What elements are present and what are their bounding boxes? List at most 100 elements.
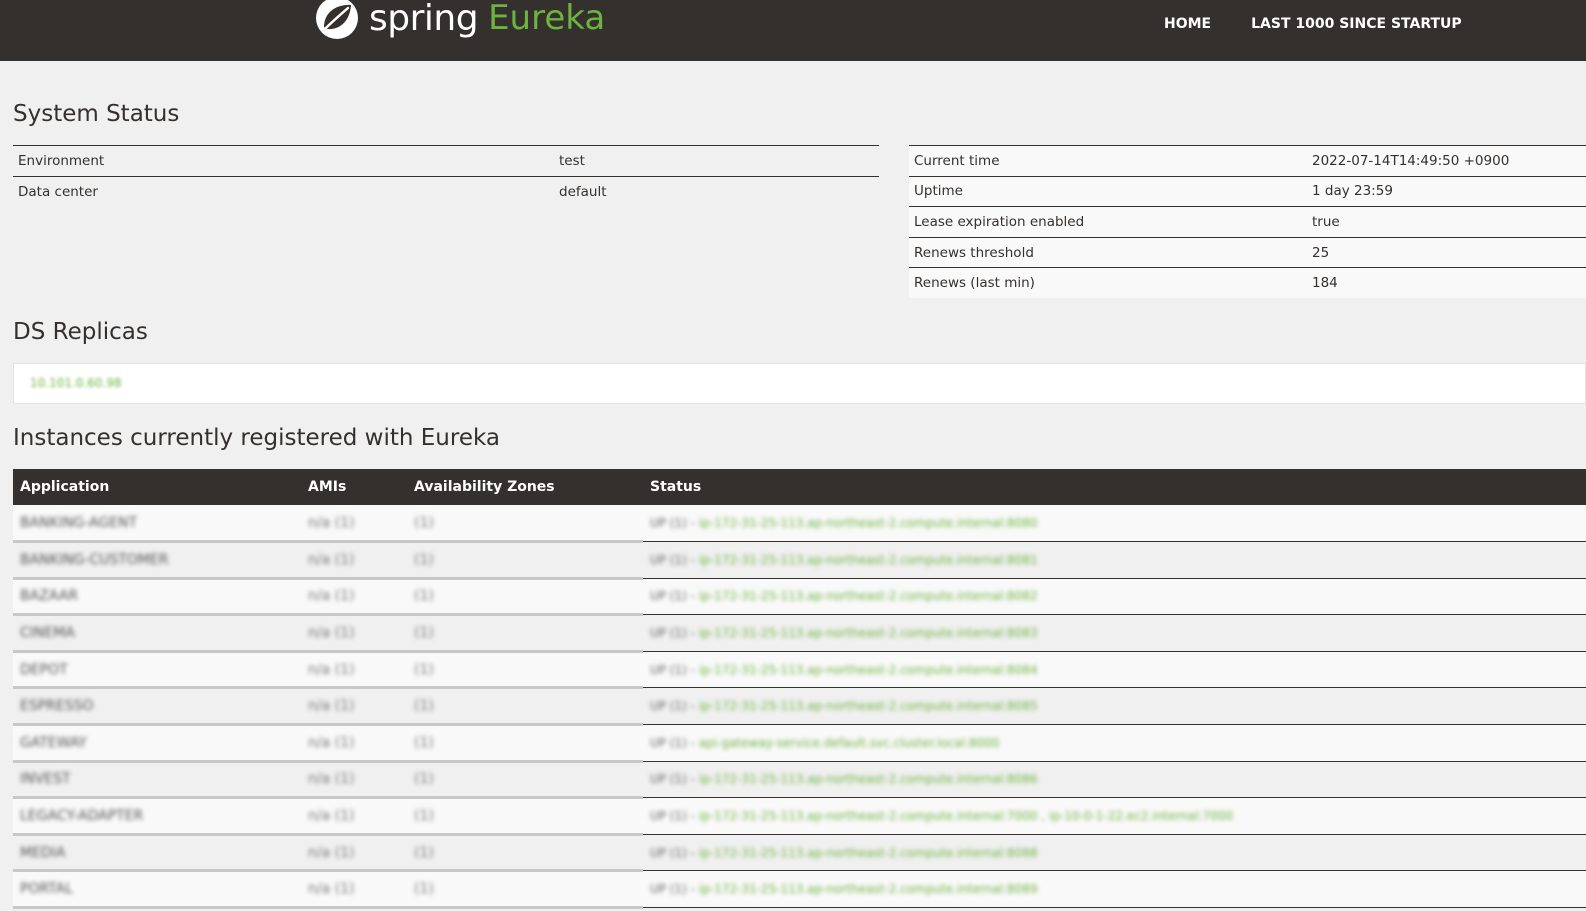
column-header-status: Status [650,479,702,495]
table-row: CINEMA n/a (1) (1) UP (1) - ip-172-31-25-11… [13,614,1586,653]
spring-eureka-logo[interactable]: spring Eureka [313,0,605,42]
status-row: Renews (last min) 184 [909,268,1586,299]
application-name: BAZAAR [20,588,79,605]
ami-value: n/a (1) [308,881,355,898]
status-cell: UP (1) - ip-172-31-25-113.ap-northeast-2… [643,541,1586,579]
ami-value: n/a (1) [308,588,355,605]
application-name: PORTAL [20,881,74,898]
navbar: spring Eureka HOME LAST 1000 SINCE START… [0,0,1586,61]
status-value: true [1307,206,1586,238]
application-cell: PORTAL [13,870,301,910]
nav-last-1000-link[interactable]: LAST 1000 SINCE STARTUP [1251,16,1462,32]
status-up-text: UP (1) - [650,699,695,714]
instance-link[interactable]: ip-172-31-25-113.ap-northeast-2.compute.… [699,846,1038,860]
zone-cell: (1) [407,614,643,653]
ami-value: n/a (1) [308,625,355,642]
table-row: BANKING-CUSTOMER n/a (1) (1) UP (1) - ip-17… [13,541,1586,580]
status-cell: UP (1) - ip-172-31-25-113.ap-northeast-2… [643,797,1586,835]
status-cell: UP (1) - ip-172-31-25-113.ap-northeast-2… [643,870,1586,909]
instance-link[interactable]: ip-172-31-25-113.ap-northeast-2.compute.… [699,516,1038,530]
table-row: ESPRESSO n/a (1) (1) UP (1) - ip-172-31-25-… [13,687,1586,727]
table-row: MEDIA n/a (1) (1) UP (1) - ip-172-31-25-113… [13,834,1586,873]
instance-link[interactable]: ip-172-31-25-113.ap-northeast-2.compute.… [699,589,1038,603]
replica-link[interactable]: 10.101.0.60.98 [30,376,122,390]
ami-cell: n/a (1) [301,870,407,910]
instance-link[interactable]: ip-172-31-25-113.ap-northeast-2.compute.… [699,882,1038,896]
logo-eureka-text: Eureka [488,0,606,38]
application-cell: BANKING-CUSTOMER [13,541,301,580]
instance-link[interactable]: ip-172-31-25-113.ap-northeast-2.compute.… [699,626,1038,640]
ds-replicas-list: 10.101.0.60.98 [13,363,1586,404]
nav-home-link[interactable]: HOME [1164,16,1211,32]
status-cell: UP (1) - ip-172-31-25-113.ap-northeast-2… [643,834,1586,872]
ami-value: n/a (1) [308,844,355,861]
status-row: Lease expiration enabled true [909,206,1586,238]
status-up-text: UP (1) - [650,662,695,677]
zone-value: (1) [414,881,434,898]
ami-value: n/a (1) [308,514,355,531]
zone-value: (1) [414,844,434,861]
status-up-text: UP (1) - [650,809,695,824]
zone-value: (1) [414,588,434,605]
instance-link[interactable]: ip-172-31-25-113.ap-northeast-2.compute.… [699,663,1038,677]
zone-value: (1) [414,661,434,678]
ami-value: n/a (1) [308,808,355,825]
status-cell: UP (1) - ip-172-31-25-113.ap-northeast-2… [643,505,1586,543]
status-key: Data center [18,183,98,200]
application-name: MEDIA [20,844,66,861]
application-name: LEGACY-ADAPTER [20,808,144,825]
status-value: test [554,145,879,177]
zone-cell: (1) [407,724,643,763]
instance-link[interactable]: api-gateway-service.default.svc.cluster.… [699,736,1000,750]
column-header-availability-zones: Availability Zones [414,479,555,495]
instance-link[interactable]: ip-172-31-25-113.ap-northeast-2.compute.… [699,553,1038,567]
ami-cell: n/a (1) [301,687,407,727]
status-up-text: UP (1) - [650,516,695,531]
table-row: DEPOT n/a (1) (1) UP (1) - ip-172-31-25-113… [13,651,1586,690]
status-up-text: UP (1) - [650,882,695,897]
ami-cell: n/a (1) [301,834,407,873]
status-key: Current time [909,145,1307,177]
status-up-text: UP (1) - [650,735,695,750]
application-cell: BANKING-AGENT [13,505,301,544]
application-name: BANKING-CUSTOMER [20,551,169,568]
status-row: Data center default [13,176,879,207]
ami-cell: n/a (1) [301,651,407,690]
table-row: LEGACY-ADAPTER n/a (1) (1) UP (1) - ip-172-… [13,797,1586,836]
application-cell: CINEMA [13,614,301,653]
zone-value: (1) [414,734,434,751]
ami-cell: n/a (1) [301,797,407,836]
system-status-right-table: Current time 2022-07-14T14:49:50 +0900 U… [909,145,1586,299]
status-value: 25 [1307,237,1586,269]
application-name: CINEMA [20,625,75,642]
instance-link[interactable]: ip-172-31-25-113.ap-northeast-2.compute.… [699,699,1038,713]
instances-title: Instances currently registered with Eure… [13,425,500,451]
status-up-text: UP (1) - [650,589,695,604]
status-cell: UP (1) - api-gateway-service.default.svc… [643,724,1586,762]
status-cell: UP (1) - ip-172-31-25-113.ap-northeast-2… [643,761,1586,799]
application-name: DEPOT [20,661,68,678]
ami-cell: n/a (1) [301,578,407,617]
status-row: Uptime 1 day 23:59 [909,176,1586,208]
zone-cell: (1) [407,541,643,580]
table-row: PORTAL n/a (1) (1) UP (1) - ip-172-31-25-11… [13,870,1586,910]
status-row: Environment test [13,145,879,177]
instance-link[interactable]: ip-172-31-25-113.ap-northeast-2.compute.… [699,772,1038,786]
instance-link[interactable]: ip-172-31-25-113.ap-northeast-2.compute.… [699,809,1233,823]
application-name: BANKING-AGENT [20,514,138,531]
status-cell: UP (1) - ip-172-31-25-113.ap-northeast-2… [643,651,1586,689]
zone-cell: (1) [407,834,643,873]
status-value: default [559,183,607,200]
zone-cell: (1) [407,578,643,617]
zone-cell: (1) [407,651,643,690]
application-name: GATEWAY [20,734,87,751]
application-cell: INVEST [13,761,301,800]
status-up-text: UP (1) - [650,626,695,641]
column-header-application: Application [20,479,110,495]
table-row: BAZAAR n/a (1) (1) UP (1) - ip-172-31-25-11… [13,578,1586,617]
application-cell: DEPOT [13,651,301,690]
status-key: Lease expiration enabled [909,206,1307,238]
ami-value: n/a (1) [308,661,355,678]
zone-value: (1) [414,698,434,715]
status-up-text: UP (1) - [650,552,695,567]
